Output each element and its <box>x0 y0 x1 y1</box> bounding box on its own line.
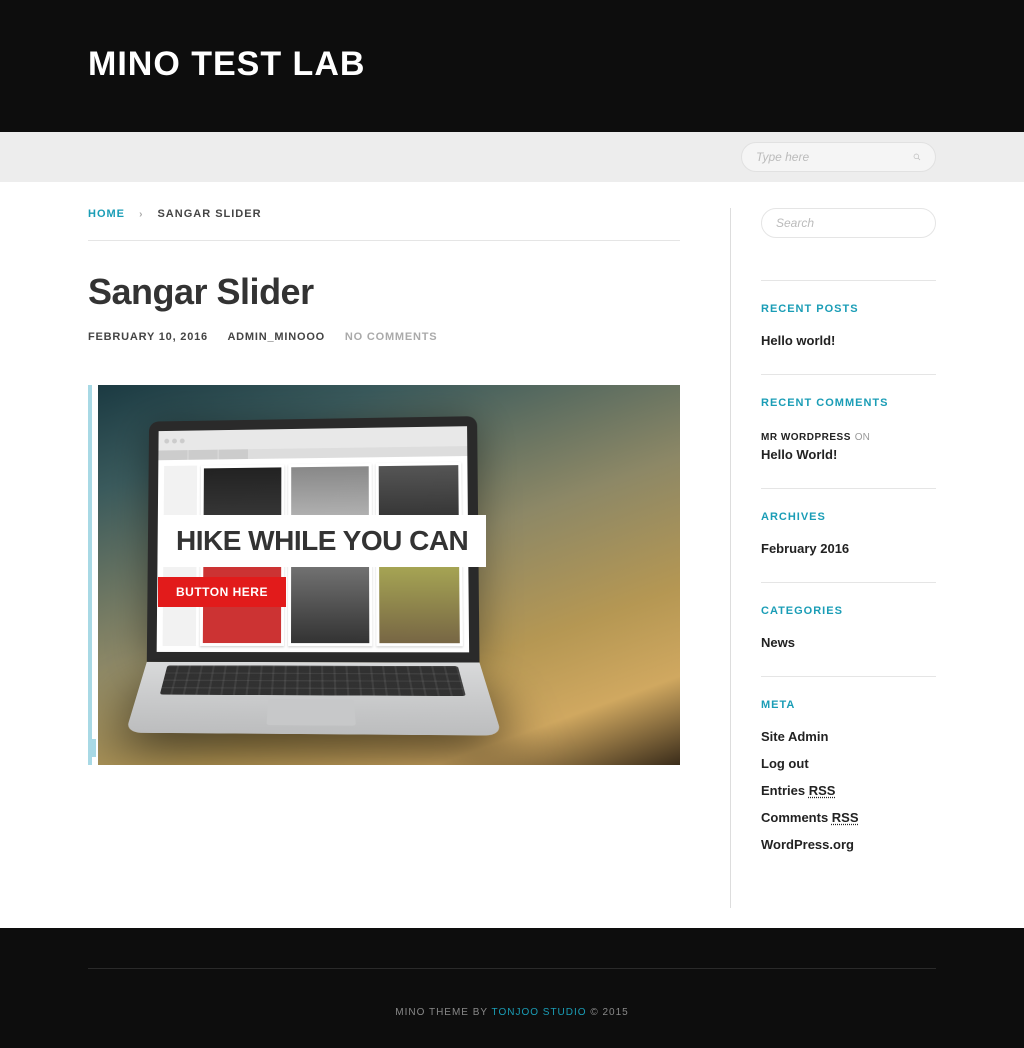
recent-post-link[interactable]: Hello world! <box>761 333 936 348</box>
post-title: Sangar Slider <box>88 271 680 313</box>
slide-image: HIKE WHILE YOU CAN BUTTON HERE <box>98 385 680 765</box>
post-date: FEBRUARY 10, 2016 <box>88 331 208 343</box>
main-content: HOME › SANGAR SLIDER Sangar Slider FEBRU… <box>88 208 731 908</box>
nav-search-input[interactable] <box>756 150 913 164</box>
search-icon <box>913 151 921 163</box>
meta-site-admin[interactable]: Site Admin <box>761 729 936 744</box>
breadcrumb-current: SANGAR SLIDER <box>157 208 261 220</box>
breadcrumb-home[interactable]: HOME <box>88 208 125 220</box>
sidebar-search-input[interactable] <box>776 216 933 230</box>
post-author[interactable]: ADMIN_MINOOO <box>227 331 325 343</box>
nav-bar <box>0 132 1024 182</box>
footer-text: MINO THEME BY <box>395 1007 491 1018</box>
footer: MINO THEME BY TONJOO STUDIO © 2015 <box>0 928 1024 1048</box>
footer-copy: © 2015 <box>587 1007 629 1018</box>
widget-title-recent-posts: RECENT POSTS <box>761 303 936 315</box>
post-meta: FEBRUARY 10, 2016 ADMIN_MINOOO NO COMMEN… <box>88 331 680 343</box>
widget-archives: ARCHIVES February 2016 <box>761 488 936 556</box>
breadcrumb: HOME › SANGAR SLIDER <box>88 208 680 241</box>
widget-categories: CATEGORIES News <box>761 582 936 650</box>
slide-caption-text: HIKE WHILE YOU CAN <box>158 515 486 567</box>
widget-meta: META Site Admin Log out Entries RSS Comm… <box>761 676 936 852</box>
slider[interactable]: HIKE WHILE YOU CAN BUTTON HERE <box>88 385 680 765</box>
post-comments[interactable]: NO COMMENTS <box>345 331 438 343</box>
widget-title-meta: META <box>761 699 936 711</box>
meta-wordpress-org[interactable]: WordPress.org <box>761 837 936 852</box>
widget-recent-posts: RECENT POSTS Hello world! <box>761 280 936 348</box>
category-link[interactable]: News <box>761 635 936 650</box>
slider-indicator <box>92 739 96 757</box>
nav-search[interactable] <box>741 142 936 172</box>
meta-log-out[interactable]: Log out <box>761 756 936 771</box>
widget-title-archives: ARCHIVES <box>761 511 936 523</box>
comment-on-label: ON <box>855 432 870 443</box>
comment-target-link[interactable]: Hello World! <box>761 447 936 462</box>
sidebar: RECENT POSTS Hello world! RECENT COMMENT… <box>731 208 936 908</box>
slide-button[interactable]: BUTTON HERE <box>158 577 286 607</box>
comment-author[interactable]: MR WORDPRESS <box>761 432 851 443</box>
meta-entries-rss[interactable]: Entries RSS <box>761 783 936 798</box>
meta-comments-rss[interactable]: Comments RSS <box>761 810 936 825</box>
widget-title-recent-comments: RECENT COMMENTS <box>761 397 936 409</box>
archive-link[interactable]: February 2016 <box>761 541 936 556</box>
chevron-right-icon: › <box>139 209 143 220</box>
site-title[interactable]: MINO TEST LAB <box>88 45 936 84</box>
widget-title-categories: CATEGORIES <box>761 605 936 617</box>
widget-recent-comments: RECENT COMMENTS MR WORDPRESS ON Hello Wo… <box>761 374 936 462</box>
sidebar-search[interactable] <box>761 208 936 238</box>
footer-link[interactable]: TONJOO STUDIO <box>492 1007 587 1018</box>
